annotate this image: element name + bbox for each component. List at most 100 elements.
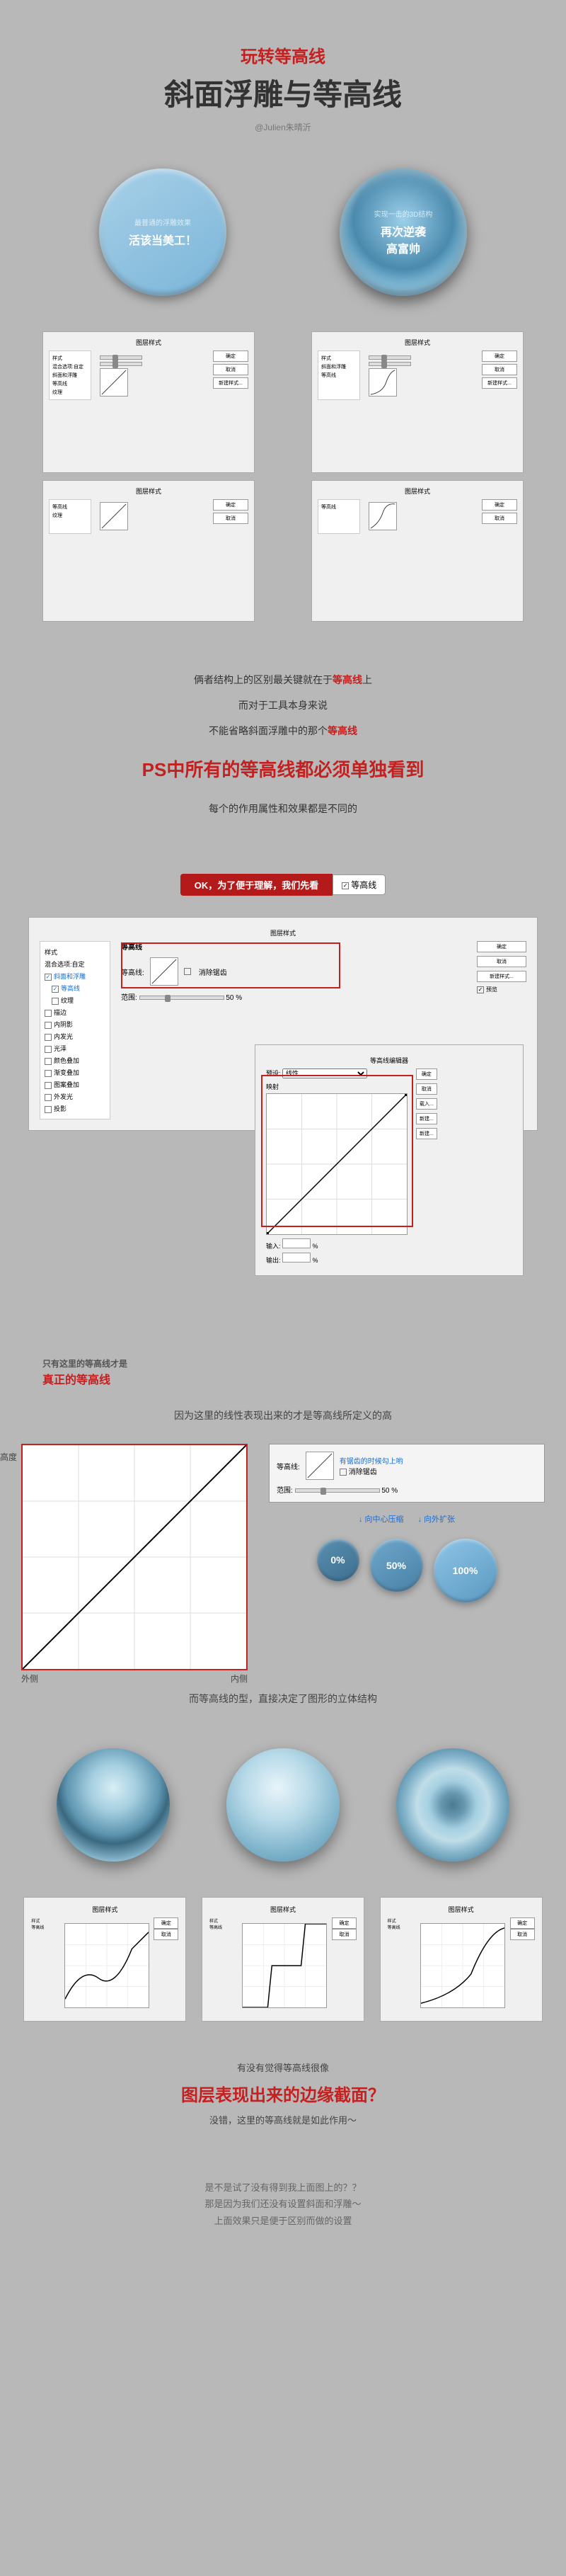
arrow-left: 向中心压缩	[359, 1513, 404, 1524]
curve-panel-3: 图层样式 样式等高线 确定取消	[380, 1897, 543, 2022]
panel-title: 图层样式	[49, 338, 248, 347]
layer-style-panel-bl: 图层样式 等高线 纹理 确定 取消	[42, 480, 255, 622]
big-panel-section: 图层样式 样式 混合选项:自定 ✓斜面和浮雕 ✓等高线 纹理 描边 内阴影 内发…	[0, 917, 566, 1372]
x-right-label: 内侧	[231, 1672, 248, 1685]
flat-btn-small: 最普通的浮雕效果	[134, 217, 191, 227]
3d-btn-small: 实现一击的3D结构	[374, 208, 433, 219]
style-list-detailed: 样式 混合选项:自定 ✓斜面和浮雕 ✓等高线 纹理 描边 内阴影 内发光 光泽 …	[40, 941, 110, 1119]
style-list: 样式 混合选项:自定 斜面和浮雕 等高线 纹理	[49, 351, 91, 400]
cancel-button[interactable]: 取消	[482, 364, 517, 375]
panels-comparison: 图层样式 样式 混合选项:自定 斜面和浮雕 等高线 纹理 确定 取消	[0, 317, 566, 636]
contour-thumb-icon[interactable]	[369, 502, 397, 530]
checkbox-icon[interactable]	[45, 1034, 52, 1041]
3d-btn-big2: 高富帅	[386, 239, 420, 256]
cancel-button[interactable]: 取消	[482, 513, 517, 524]
main-title: 斜面浮雕与等高线	[0, 71, 566, 114]
3d-btn-big1: 再次逆袭	[381, 222, 426, 239]
checkbox-icon[interactable]: ✓	[45, 974, 52, 981]
slider[interactable]	[100, 355, 142, 360]
mid-text-1: 因为这里的线性表现出来的才是等高线所定义的高	[0, 1387, 566, 1444]
ok-button[interactable]: 确定	[416, 1068, 437, 1080]
shape-concave	[57, 1748, 170, 1862]
contour-thumb-icon[interactable]	[369, 368, 397, 397]
slider[interactable]	[369, 355, 411, 360]
curve-graph-1[interactable]	[64, 1923, 149, 2008]
tooltip-note: 有锯齿的时候勾上哟	[340, 1458, 403, 1466]
page-header: 玩转等高线 斜面浮雕与等高线 @Julien朱晴沂	[0, 28, 566, 147]
explanation-block-1: 俩者结构上的区别最关键就在于等高线上 而对于工具本身来说 不能省略斜面浮雕中的那…	[0, 636, 566, 853]
button-preview-row: 最普通的浮雕效果 活该当美工！ 实现一击的3D结构 再次逆袭 高富帅	[0, 147, 566, 317]
newstyle-button[interactable]: 新建样式...	[213, 377, 248, 389]
range-slider[interactable]	[295, 1488, 380, 1493]
cancel-button[interactable]: 取消	[477, 956, 526, 967]
shape-ring	[396, 1748, 509, 1862]
layer-style-panel-br: 图层样式 等高线 确定 取消	[311, 480, 524, 622]
curve-graph-2[interactable]	[242, 1923, 327, 2008]
checkbox-icon[interactable]	[45, 1046, 52, 1053]
section-divider: OK，为了便于理解，我们先看 ✓等高线	[0, 874, 566, 896]
shape-dome	[226, 1748, 340, 1862]
curve-panels-row: 图层样式 样式等高线 确定取消 图层样式 样式等高线 确定取消 图层样式 样式等…	[0, 1883, 566, 2036]
cancel-button[interactable]: 取消	[213, 513, 248, 524]
panel-controls	[97, 351, 207, 400]
percent-buttons: 0% 50% 100%	[269, 1539, 545, 1602]
ok-button[interactable]: 确定	[213, 499, 248, 511]
highlight-box-2	[261, 1075, 413, 1227]
new-button[interactable]: 新建...	[416, 1128, 437, 1139]
checkbox-icon[interactable]	[45, 1022, 52, 1029]
newstyle-button[interactable]: 新建样式...	[482, 377, 517, 389]
footer-emphasis: 图层表现出来的边缘截面？	[0, 2081, 566, 2106]
curve-panel-1: 图层样式 样式等高线 确定取消	[23, 1897, 186, 2022]
slider[interactable]	[369, 362, 411, 366]
ok-button[interactable]: 确定	[477, 941, 526, 952]
ok-button[interactable]: 确定	[213, 351, 248, 362]
cancel-button[interactable]: 取消	[416, 1083, 437, 1095]
footer-end: 是不是试了没有得到我上面图上的？？ 那是因为我们还没有设置斜面和浮雕～ 上面效果…	[0, 2151, 566, 2257]
input-field[interactable]	[282, 1238, 311, 1248]
checkbox-icon[interactable]	[45, 1106, 52, 1113]
3d-button-preview: 实现一击的3D结构 再次逆袭 高富帅	[340, 169, 467, 296]
3d-shapes-row	[0, 1727, 566, 1883]
preview-checkbox[interactable]: ✓	[477, 986, 484, 993]
ok-button[interactable]: 确定	[482, 351, 517, 362]
cancel-button[interactable]: 取消	[213, 364, 248, 375]
checkbox-icon[interactable]	[45, 1010, 52, 1017]
curve-panel-2: 图层样式 样式等高线 确定取消	[202, 1897, 364, 2022]
save-button[interactable]: 新建...	[416, 1113, 437, 1124]
layer-style-panel-tl: 图层样式 样式 混合选项:自定 斜面和浮雕 等高线 纹理 确定 取消	[42, 331, 255, 473]
checkbox-icon[interactable]	[45, 1082, 52, 1089]
contour-thumb-icon[interactable]	[100, 502, 128, 530]
arrow-right: 向外扩张	[418, 1513, 456, 1524]
footer-question: 有没有觉得等高线很像 图层表现出来的边缘截面？ 没错，这里的等高线就是如此作用～	[0, 2036, 566, 2151]
checkbox-icon: ✓	[342, 882, 349, 889]
checkbox-icon[interactable]	[45, 1094, 52, 1101]
load-button[interactable]: 载入...	[416, 1098, 437, 1110]
newstyle-button[interactable]: 新建样式...	[477, 971, 526, 982]
pct-button-50: 50%	[370, 1539, 423, 1592]
layer-style-panel-tr: 图层样式 样式 斜面和浮雕 等高线 确定 取消 新建样式...	[311, 331, 524, 473]
checkbox-icon[interactable]	[45, 1070, 52, 1077]
checkbox-icon[interactable]: ✓	[52, 986, 59, 993]
axis-graph	[21, 1444, 248, 1670]
mid-text-2: 而等高线的型，直接决定了图形的立体结构	[0, 1670, 566, 1727]
ok-button[interactable]: 确定	[482, 499, 517, 511]
contour-thumb-icon[interactable]	[100, 368, 128, 397]
output-field[interactable]	[282, 1253, 311, 1263]
range-slider[interactable]	[139, 996, 224, 1000]
emphasis-text: PS中所有的等高线都必须单独看到	[57, 751, 509, 788]
slider[interactable]	[100, 362, 142, 366]
x-left-label: 外侧	[21, 1672, 38, 1685]
arrow-labels: 向中心压缩 向外扩张	[269, 1513, 545, 1524]
pct-button-0: 0%	[317, 1539, 359, 1581]
curve-graph-3[interactable]	[420, 1923, 505, 2008]
checkbox-icon[interactable]	[45, 1058, 52, 1065]
y-axis-label: 高度	[0, 1451, 17, 1463]
checkbox-icon[interactable]	[52, 998, 59, 1005]
pretitle: 玩转等高线	[0, 42, 566, 67]
tag-checkbox: ✓等高线	[333, 874, 386, 895]
contour-thumbnail[interactable]	[306, 1452, 334, 1480]
antialiased-checkbox[interactable]	[340, 1469, 347, 1476]
flat-btn-big: 活该当美工！	[129, 231, 197, 248]
tag-label: OK，为了便于理解，我们先看	[180, 874, 333, 896]
contour-controls-box: 等高线: 有锯齿的时候勾上哟 消除锯齿 范围: 50 %	[269, 1444, 545, 1503]
